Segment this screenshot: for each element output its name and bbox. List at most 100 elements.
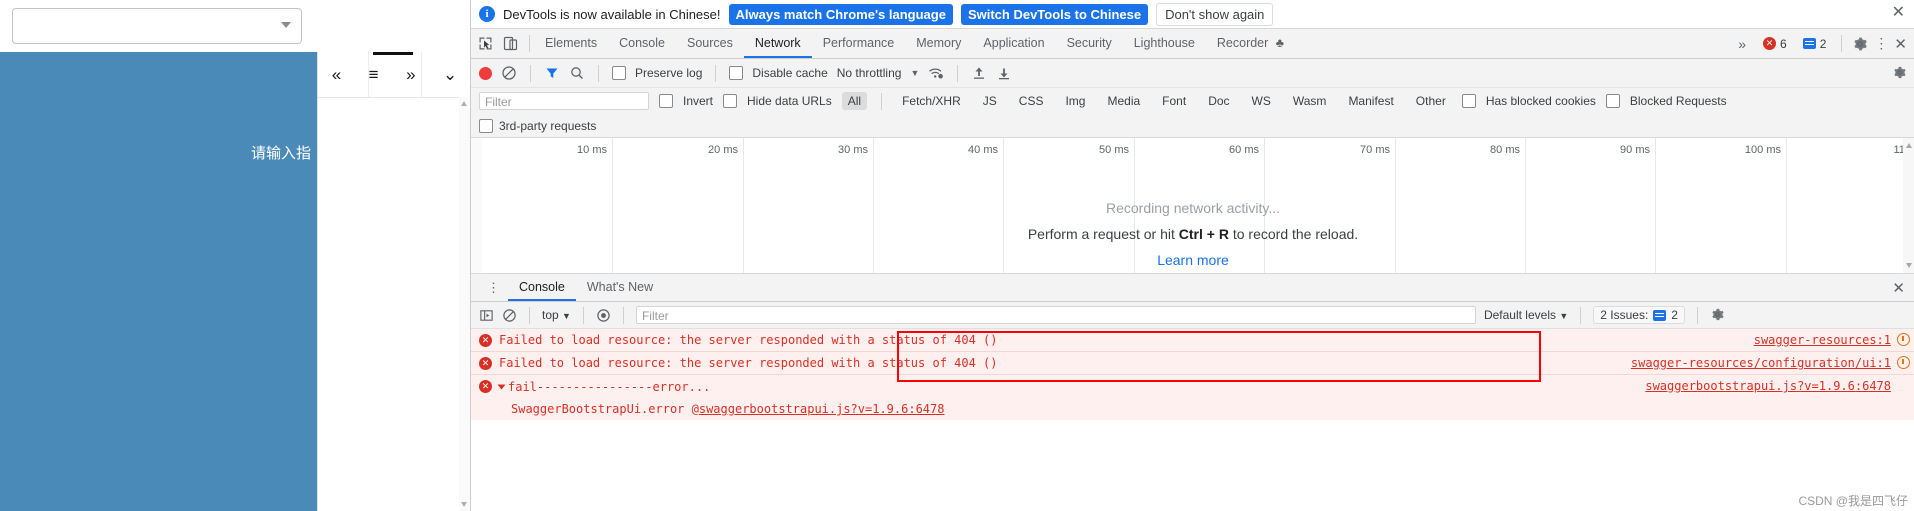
preserve-log-checkbox[interactable]	[612, 66, 626, 80]
gear-icon[interactable]	[1852, 36, 1868, 52]
collapse-down-icon[interactable]: ⌄	[443, 65, 457, 85]
type-filter-wasm[interactable]: Wasm	[1287, 92, 1333, 110]
scroll-down-icon[interactable]	[461, 502, 467, 507]
console-source-link[interactable]: swagger-resources:1	[1754, 333, 1891, 347]
stack-frame-link[interactable]: swaggerbootstrapui.js?v=1.9.6:6478	[699, 402, 945, 416]
console-row-error-1[interactable]: ✕ Failed to load resource: the server re…	[471, 329, 1914, 352]
console-source-link[interactable]: swaggerbootstrapui.js?v=1.9.6:6478	[1645, 379, 1891, 393]
issues-chip[interactable]: 2 Issues: 2	[1593, 306, 1685, 324]
switch-devtools-to-chinese-button[interactable]: Switch DevTools to Chinese	[960, 3, 1149, 25]
third-party-requests-checkbox[interactable]	[479, 118, 493, 133]
collapse-left-icon[interactable]: «	[332, 65, 341, 85]
drawer-more-icon[interactable]: ⋮	[479, 280, 508, 296]
tab-lighthouse[interactable]: Lighthouse	[1123, 29, 1206, 58]
chevron-down-icon: ▼	[562, 311, 571, 321]
network-settings-gear-icon[interactable]	[1892, 65, 1907, 83]
blocked-requests-checkbox[interactable]	[1605, 94, 1620, 108]
console-row-error-2[interactable]: ✕ Failed to load resource: the server re…	[471, 352, 1914, 375]
device-toolbar-icon[interactable]	[502, 35, 519, 52]
throttling-select[interactable]: No throttling	[837, 66, 902, 80]
error-count-chip[interactable]: ✕ 6	[1758, 36, 1792, 52]
message-icon	[1802, 38, 1816, 49]
message-count: 2	[1819, 36, 1827, 51]
drawer-tab-whats-new[interactable]: What's New	[576, 274, 664, 301]
disable-cache-label[interactable]: Disable cache	[752, 66, 827, 80]
close-devtools-icon[interactable]: ✕	[1894, 35, 1907, 53]
tab-memory[interactable]: Memory	[905, 29, 972, 58]
hide-data-urls-checkbox[interactable]	[723, 94, 738, 108]
execution-context-selector[interactable]: top ▼	[542, 308, 571, 322]
console-settings-gear-icon[interactable]	[1710, 307, 1726, 323]
console-filter-input[interactable]: Filter	[635, 306, 1476, 324]
live-expression-icon[interactable]	[596, 308, 611, 323]
more-options-icon[interactable]: ⋮	[1874, 35, 1888, 52]
hide-data-urls-label[interactable]: Hide data URLs	[747, 94, 832, 108]
expand-triangle-icon[interactable]	[497, 384, 506, 389]
blocked-requests-label[interactable]: Blocked Requests	[1630, 94, 1727, 108]
preserve-log-label[interactable]: Preserve log	[635, 66, 702, 80]
tab-recorder[interactable]: Recorder ♣	[1206, 29, 1295, 58]
message-count-chip[interactable]: 2	[1798, 36, 1832, 52]
tab-console[interactable]: Console	[608, 29, 676, 58]
clear-icon[interactable]	[501, 65, 517, 81]
tab-application[interactable]: Application	[972, 29, 1055, 58]
type-filter-media[interactable]: Media	[1101, 92, 1146, 110]
record-icon[interactable]	[479, 66, 492, 80]
page-side-scrollbar[interactable]	[459, 97, 470, 511]
dont-show-again-button[interactable]: Don't show again	[1156, 2, 1274, 26]
export-har-icon[interactable]	[996, 65, 1012, 81]
third-party-requests-label[interactable]: 3rd-party requests	[499, 119, 596, 133]
tab-elements[interactable]: Elements	[534, 29, 608, 58]
type-filter-doc[interactable]: Doc	[1202, 92, 1235, 110]
disable-cache-checkbox[interactable]	[729, 66, 744, 80]
devtools-drawer: ⋮ Console What's New ✕ top ▼ Filter Defa…	[471, 274, 1914, 420]
always-match-language-button[interactable]: Always match Chrome's language	[728, 3, 953, 25]
drawer-close-icon[interactable]: ✕	[1892, 279, 1905, 297]
tab-sources[interactable]: Sources	[676, 29, 744, 58]
clear-console-icon[interactable]	[502, 308, 517, 323]
filter-icon[interactable]	[544, 65, 560, 81]
type-filter-other[interactable]: Other	[1410, 92, 1452, 110]
console-sidebar-icon[interactable]	[479, 308, 494, 323]
page-select-input[interactable]	[12, 8, 302, 44]
scroll-up-icon[interactable]	[1905, 143, 1912, 148]
type-filter-css[interactable]: CSS	[1013, 92, 1050, 110]
console-source-link[interactable]: swagger-resources/configuration/ui:1	[1631, 356, 1891, 370]
type-filter-manifest[interactable]: Manifest	[1342, 92, 1399, 110]
inspect-element-icon[interactable]	[477, 35, 494, 52]
scroll-up-icon[interactable]	[461, 101, 467, 106]
log-levels-selector[interactable]: Default levels ▼	[1484, 308, 1568, 322]
network-filter-input[interactable]: Filter	[479, 92, 649, 110]
type-filter-fetch-xhr[interactable]: Fetch/XHR	[896, 92, 967, 110]
import-har-icon[interactable]	[971, 65, 987, 81]
more-tabs-icon[interactable]: »	[1732, 36, 1752, 52]
console-message-text: Failed to load resource: the server resp…	[499, 356, 998, 370]
tab-security[interactable]: Security	[1056, 29, 1123, 58]
banner-message: DevTools is now available in Chinese!	[503, 6, 721, 22]
collapse-right-icon[interactable]: »	[406, 65, 415, 85]
invert-label[interactable]: Invert	[683, 94, 713, 108]
has-blocked-cookies-checkbox[interactable]	[1461, 94, 1476, 108]
issue-warning-icon[interactable]	[1897, 333, 1910, 346]
type-filter-font[interactable]: Font	[1156, 92, 1192, 110]
tab-performance[interactable]: Performance	[812, 29, 906, 58]
has-blocked-cookies-label[interactable]: Has blocked cookies	[1486, 94, 1596, 108]
tab-network[interactable]: Network	[743, 29, 812, 58]
network-conditions-icon[interactable]	[928, 65, 944, 81]
close-icon[interactable]: ✕	[1892, 5, 1905, 21]
menu-icon[interactable]: ≡	[369, 65, 379, 85]
type-filter-all[interactable]: All	[841, 92, 868, 110]
issue-warning-icon[interactable]	[1897, 356, 1910, 369]
type-filter-ws[interactable]: WS	[1246, 92, 1277, 110]
type-filter-js[interactable]: JS	[977, 92, 1003, 110]
timeline-scrollbar[interactable]	[1903, 138, 1914, 273]
learn-more-link[interactable]: Learn more	[471, 252, 1914, 268]
chevron-down-icon[interactable]: ▼	[910, 68, 919, 78]
timeline-empty-state: Recording network activity... Perform a …	[471, 200, 1914, 268]
invert-checkbox[interactable]	[659, 94, 673, 108]
scroll-down-icon[interactable]	[1905, 263, 1912, 268]
type-filter-img[interactable]: Img	[1059, 92, 1091, 110]
search-icon[interactable]	[569, 65, 585, 81]
drawer-tab-console[interactable]: Console	[508, 274, 576, 301]
console-row-error-3[interactable]: ✕ fail----------------error... swaggerbo…	[471, 375, 1914, 398]
